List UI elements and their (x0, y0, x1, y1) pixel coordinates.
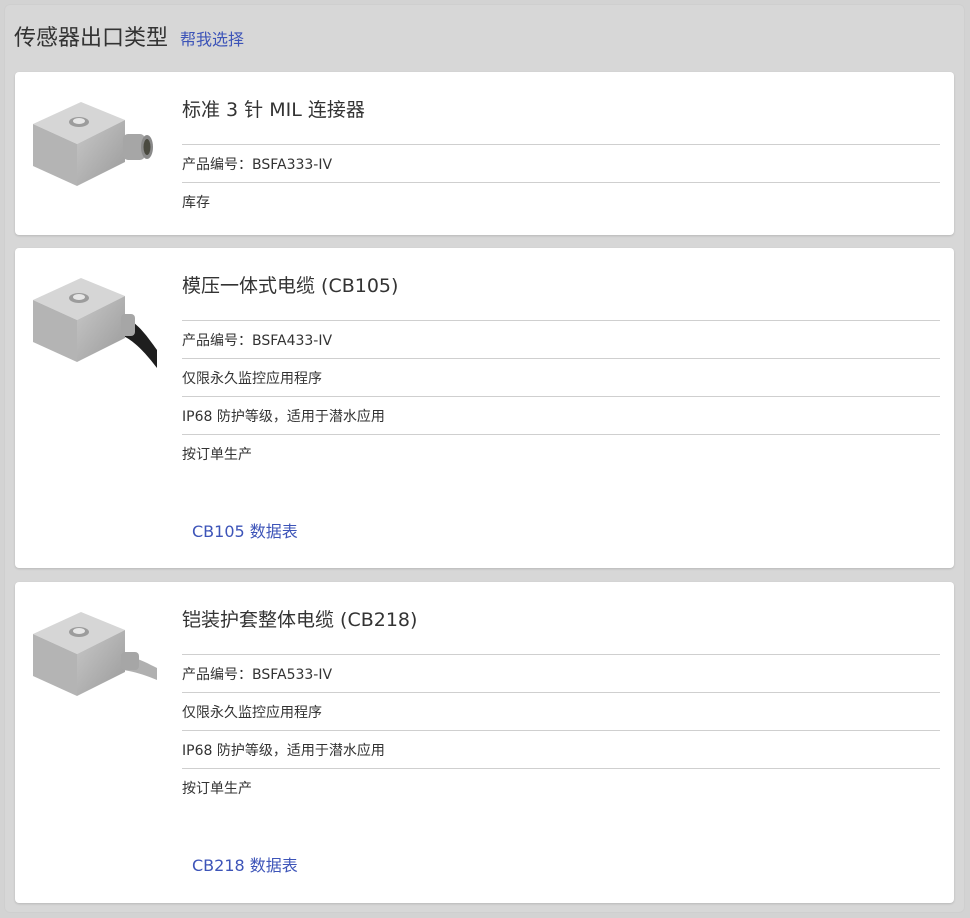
panel-header: 传感器出口类型 帮我选择 (14, 20, 244, 56)
cb105-datasheet-link[interactable]: CB105 数据表 (192, 518, 298, 542)
outlet-option-card[interactable]: 铠装护套整体电缆 (CB218) 产品编号：BSFA533-IV 仅限永久监控应… (15, 582, 954, 903)
stock-row: 库存 (182, 182, 940, 220)
feature-row: 仅限永久监控应用程序 (182, 692, 940, 730)
sensor-armored-cable-image (33, 612, 157, 696)
feature-row: IP68 防护等级，适用于潜水应用 (182, 730, 940, 768)
card-title: 模压一体式电缆 (CB105) (182, 275, 399, 297)
outlet-option-card[interactable]: 标准 3 针 MIL 连接器 产品编号：BSFA333-IV 库存 (15, 72, 954, 235)
sensor-mil-connector-image (33, 102, 153, 186)
card-body: 铠装护套整体电缆 (CB218) 产品编号：BSFA533-IV 仅限永久监控应… (182, 582, 940, 806)
part-number-row: 产品编号：BSFA333-IV (182, 144, 940, 182)
part-number-row: 产品编号：BSFA433-IV (182, 320, 940, 358)
cb218-datasheet-link[interactable]: CB218 数据表 (192, 852, 298, 876)
outlet-type-panel: 传感器出口类型 帮我选择 标准 3 针 MIL 连接器 产品编号：BSFA333… (4, 4, 965, 913)
card-body: 模压一体式电缆 (CB105) 产品编号：BSFA433-IV 仅限永久监控应用… (182, 248, 940, 472)
feature-row: 按订单生产 (182, 434, 940, 472)
panel-title: 传感器出口类型 (14, 26, 169, 51)
sensor-molded-cable-image (33, 278, 157, 368)
part-number-row: 产品编号：BSFA533-IV (182, 654, 940, 692)
card-body: 标准 3 针 MIL 连接器 产品编号：BSFA333-IV 库存 (182, 72, 940, 220)
feature-row: 仅限永久监控应用程序 (182, 358, 940, 396)
card-title: 标准 3 针 MIL 连接器 (182, 99, 365, 121)
help-me-choose-link[interactable]: 帮我选择 (180, 26, 244, 50)
feature-row: 按订单生产 (182, 768, 940, 806)
outlet-option-card[interactable]: 模压一体式电缆 (CB105) 产品编号：BSFA433-IV 仅限永久监控应用… (15, 248, 954, 568)
card-title: 铠装护套整体电缆 (CB218) (182, 609, 418, 631)
feature-row: IP68 防护等级，适用于潜水应用 (182, 396, 940, 434)
